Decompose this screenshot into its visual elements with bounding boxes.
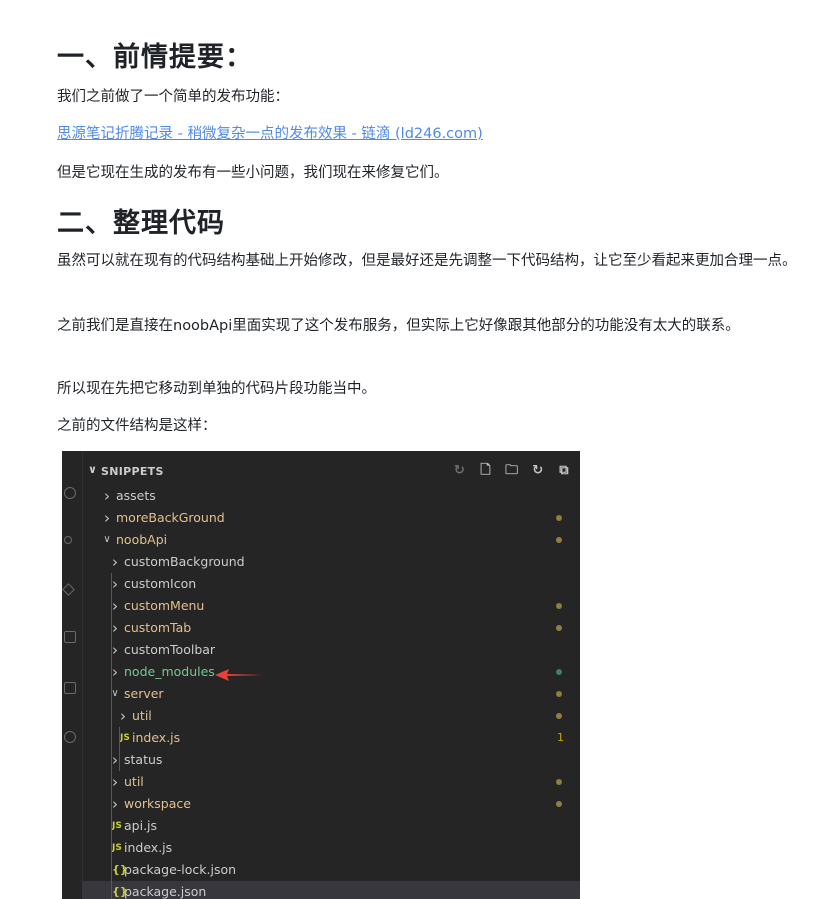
tree-folder[interactable]: › assets bbox=[82, 485, 580, 507]
new-folder-icon[interactable]: 🗀 bbox=[504, 463, 520, 479]
paragraph-move: 所以现在先把它移动到单独的代码片段功能当中。 bbox=[57, 381, 376, 397]
paragraph-structure: 之前的文件结构是这样： bbox=[57, 418, 217, 434]
tree-file[interactable]: JS index.js bbox=[82, 837, 580, 859]
git-status-dot bbox=[556, 537, 562, 543]
git-status-dot bbox=[556, 691, 562, 697]
tree-folder[interactable]: › util bbox=[82, 705, 580, 727]
search-icon[interactable] bbox=[64, 487, 76, 499]
explorer-title: SNIPPETS bbox=[101, 465, 164, 478]
refresh-icon[interactable]: ↻ bbox=[530, 463, 546, 479]
timeline-icon[interactable] bbox=[64, 731, 76, 743]
tree-item-label: customBackground bbox=[124, 554, 245, 569]
indent-guide bbox=[119, 727, 120, 771]
tree-item-label: customTab bbox=[124, 620, 192, 635]
paragraph-problem: 但是它现在生成的发布有一些小问题，我们现在来修复它们。 bbox=[57, 165, 449, 181]
tree-folder[interactable]: ∨ noobApi bbox=[82, 529, 580, 551]
tree-item-label: index.js bbox=[124, 840, 173, 855]
heading-refactor: 二、整理代码 bbox=[57, 208, 225, 239]
tree-folder[interactable]: › util bbox=[82, 771, 580, 793]
paragraph-noobapi: 之前我们是直接在noobApi里面实现了这个发布服务，但实际上它好像跟其他部分的… bbox=[57, 318, 740, 334]
chevron-right-icon[interactable]: › bbox=[102, 485, 112, 507]
chevron-right-icon[interactable]: › bbox=[110, 551, 120, 573]
extensions-icon[interactable] bbox=[64, 631, 76, 643]
tree-file[interactable]: JS index.js 1 bbox=[82, 727, 580, 749]
js-file-icon: JS bbox=[120, 733, 130, 743]
tree-item-label: customToolbar bbox=[124, 642, 216, 657]
tree-item-label: noobApi bbox=[116, 532, 168, 547]
chevron-down-icon[interactable]: ∨ bbox=[88, 463, 97, 476]
tree-item-label: index.js bbox=[132, 730, 181, 745]
git-status-dot bbox=[556, 603, 562, 609]
tree-item-label: status bbox=[124, 752, 163, 767]
heading-background: 一、前情提要： bbox=[57, 42, 253, 73]
tree-item-label: node_modules bbox=[124, 664, 215, 679]
problem-count-badge: 1 bbox=[557, 731, 564, 744]
chevron-down-icon[interactable]: ∨ bbox=[102, 529, 112, 551]
paragraph-restructure: 虽然可以就在现有的代码结构基础上开始修改，但是最好还是先调整一下代码结构，让它至… bbox=[57, 253, 797, 269]
tree-item-label: package.json bbox=[124, 884, 207, 899]
git-status-dot bbox=[556, 625, 562, 631]
tree-folder[interactable]: › moreBackGround bbox=[82, 507, 580, 529]
tree-folder[interactable]: › node_modules bbox=[82, 661, 580, 683]
git-status-dot bbox=[556, 515, 562, 521]
source-control-icon[interactable] bbox=[64, 536, 72, 544]
tree-item-label: moreBackGround bbox=[116, 510, 225, 525]
tree-item-label: assets bbox=[116, 488, 156, 503]
tree-item-label: util bbox=[124, 774, 144, 789]
git-status-dot bbox=[556, 669, 562, 675]
new-file-icon[interactable]: 🗋 bbox=[478, 463, 494, 479]
git-status-dot bbox=[556, 779, 562, 785]
tree-folder[interactable]: › customToolbar bbox=[82, 639, 580, 661]
tree-folder[interactable]: › status bbox=[82, 749, 580, 771]
file-explorer-screenshot: ∨ SNIPPETS ↻ 🗋 🗀 ↻ ⧉ › assets › moreBackGro… bbox=[62, 451, 580, 899]
tree-item-label: util bbox=[132, 708, 152, 723]
tree-item-label: package-lock.json bbox=[124, 862, 237, 877]
js-file-icon: JS bbox=[112, 821, 122, 831]
tree-folder[interactable]: › customBackground bbox=[82, 551, 580, 573]
tree-folder[interactable]: › customIcon bbox=[82, 573, 580, 595]
tree-item-label: customIcon bbox=[124, 576, 197, 591]
collapse-all-icon[interactable]: ⧉ bbox=[556, 463, 572, 479]
explorer-header[interactable]: ∨ SNIPPETS ↻ 🗋 🗀 ↻ ⧉ bbox=[84, 461, 580, 483]
tree-item-label: workspace bbox=[124, 796, 191, 811]
file-tree: › assets › moreBackGround ∨ noobApi › customBac… bbox=[82, 485, 580, 899]
paragraph-intro: 我们之前做了一个简单的发布功能： bbox=[57, 89, 289, 105]
tree-folder[interactable]: ∨ server bbox=[82, 683, 580, 705]
activity-bar bbox=[62, 451, 83, 899]
tree-file[interactable]: {} package-lock.json bbox=[82, 859, 580, 881]
chevron-right-icon[interactable]: › bbox=[102, 507, 112, 529]
chevron-right-icon[interactable]: › bbox=[118, 705, 128, 727]
tree-item-label: api.js bbox=[124, 818, 158, 833]
js-file-icon: JS bbox=[112, 843, 122, 853]
tree-folder[interactable]: › workspace bbox=[82, 793, 580, 815]
tree-folder[interactable]: › customMenu bbox=[82, 595, 580, 617]
indent-guide bbox=[111, 573, 112, 899]
tree-folder[interactable]: › customTab bbox=[82, 617, 580, 639]
tree-item-label: server bbox=[124, 686, 164, 701]
run-debug-icon[interactable] bbox=[62, 583, 75, 596]
tree-item-label: customMenu bbox=[124, 598, 205, 613]
tree-file[interactable]: JS api.js bbox=[82, 815, 580, 837]
tree-file[interactable]: {} package.json bbox=[82, 881, 580, 899]
git-status-dot bbox=[556, 713, 562, 719]
red-arrow-annotation bbox=[215, 669, 263, 681]
paragraph-link: 思源笔记折腾记录 - 稍微复杂一点的发布效果 - 链滴 (ld246.com) bbox=[57, 121, 815, 147]
remote-explorer-icon[interactable] bbox=[64, 682, 76, 694]
git-status-dot bbox=[556, 801, 562, 807]
refresh-icon[interactable]: ↻ bbox=[451, 463, 467, 479]
article-link[interactable]: 思源笔记折腾记录 - 稍微复杂一点的发布效果 - 链滴 (ld246.com) bbox=[57, 126, 483, 142]
explorer-actions: ↻ 🗋 🗀 ↻ ⧉ bbox=[445, 463, 572, 479]
